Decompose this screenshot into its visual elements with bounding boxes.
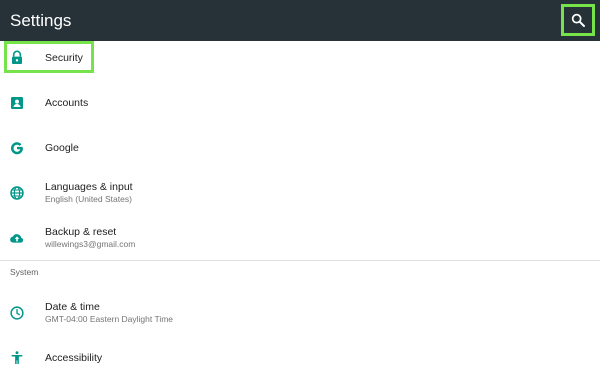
date-time-subtitle: GMT-04:00 Eastern Daylight Time bbox=[45, 314, 174, 324]
search-icon bbox=[570, 12, 586, 28]
search-button[interactable] bbox=[561, 4, 595, 36]
accessibility-icon bbox=[9, 350, 25, 366]
languages-subtitle: English (United States) bbox=[45, 194, 132, 204]
settings-item-backup[interactable]: Backup & reset willewings3@gmail.com bbox=[0, 218, 600, 258]
settings-item-accessibility[interactable]: Accessibility bbox=[0, 341, 600, 375]
date-time-label: Date & time bbox=[45, 301, 100, 313]
settings-item-date-time[interactable]: Date & time GMT-04:00 Eastern Daylight T… bbox=[0, 293, 600, 333]
settings-item-accounts[interactable]: Accounts bbox=[0, 86, 600, 120]
backup-label: Backup & reset bbox=[45, 226, 117, 238]
app-bar: Settings bbox=[0, 0, 600, 41]
settings-screen: Settings Security Accounts Google Langua… bbox=[0, 0, 600, 375]
accessibility-label: Accessibility bbox=[45, 352, 103, 364]
account-box-icon bbox=[9, 95, 25, 111]
accounts-label: Accounts bbox=[45, 97, 89, 109]
system-section-header: System bbox=[10, 267, 39, 277]
security-highlight bbox=[4, 41, 94, 73]
google-icon bbox=[9, 140, 25, 156]
google-label: Google bbox=[45, 142, 79, 154]
settings-item-languages[interactable]: Languages & input English (United States… bbox=[0, 173, 600, 213]
backup-subtitle: willewings3@gmail.com bbox=[45, 239, 136, 249]
languages-label: Languages & input bbox=[45, 181, 133, 193]
page-title: Settings bbox=[10, 11, 72, 30]
section-divider bbox=[0, 260, 600, 261]
clock-icon bbox=[9, 305, 25, 321]
globe-icon bbox=[9, 185, 25, 201]
cloud-upload-icon bbox=[9, 230, 25, 246]
settings-item-google[interactable]: Google bbox=[0, 131, 600, 165]
